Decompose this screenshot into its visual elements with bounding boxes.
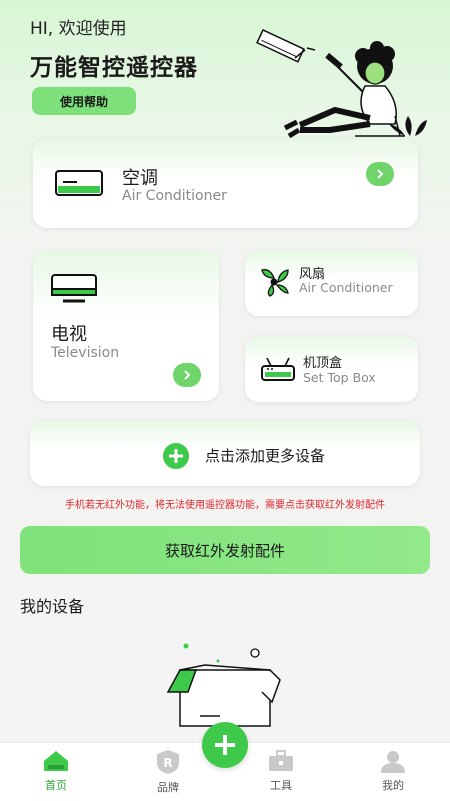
device-name-stb: 机顶盒 <box>303 356 343 371</box>
device-subtitle-fan: Air Conditioner <box>299 280 393 295</box>
get-ir-accessory-button[interactable]: 获取红外发射配件 <box>20 526 430 574</box>
add-device-fab[interactable] <box>202 722 248 768</box>
device-card-fan[interactable]: 风扇 Air Conditioner <box>245 250 418 316</box>
toolbox-icon <box>269 750 293 771</box>
nav-item-home[interactable]: 首页 <box>26 749 86 793</box>
add-more-devices-label: 点击添加更多设备 <box>205 447 326 465</box>
plus-icon <box>215 735 235 755</box>
plus-circle-icon <box>163 443 189 469</box>
chevron-right-icon <box>184 370 191 380</box>
brand-shield-icon: R <box>157 750 179 774</box>
device-card-television[interactable]: 电视 Television <box>33 250 219 401</box>
nav-label-profile: 我的 <box>382 779 404 792</box>
help-button[interactable]: 使用帮助 <box>32 87 136 115</box>
nav-label-tools: 工具 <box>270 779 292 792</box>
nav-label-home: 首页 <box>45 779 67 792</box>
device-card-air-conditioner[interactable]: 空调 Air Conditioner <box>33 138 418 228</box>
app-title: 万能智控遥控器 <box>30 55 198 81</box>
device-card-set-top-box[interactable]: 机顶盒 Set Top Box <box>245 336 418 402</box>
tv-icon <box>51 274 97 303</box>
nav-item-profile[interactable]: 我的 <box>363 749 423 793</box>
profile-icon <box>381 751 405 773</box>
fan-icon <box>261 269 289 297</box>
device-subtitle-ac: Air Conditioner <box>122 188 227 204</box>
infrared-warning-text: 手机若无红外功能，将无法使用遥控器功能，需要点击获取红外发射配件 <box>65 500 385 511</box>
person-relaxing-illustration <box>256 29 427 139</box>
nav-item-brand[interactable]: R 品牌 <box>138 749 198 795</box>
air-conditioner-icon <box>55 170 103 196</box>
my-devices-title: 我的设备 <box>20 597 85 616</box>
home-icon <box>44 751 68 771</box>
device-name-ac: 空调 <box>122 168 158 189</box>
device-subtitle-tv: Television <box>51 345 120 361</box>
device-name-tv: 电视 <box>51 324 87 345</box>
nav-item-tools[interactable]: 工具 <box>251 749 311 793</box>
add-more-devices-button[interactable]: 点击添加更多设备 <box>30 420 420 486</box>
ac-open-button[interactable] <box>366 162 394 186</box>
nav-label-brand: 品牌 <box>157 781 179 794</box>
tv-open-button[interactable] <box>173 363 201 387</box>
greeting-text: HI, 欢迎使用 <box>30 19 127 39</box>
empty-box-illustration <box>166 643 281 727</box>
set-top-box-icon <box>261 357 295 381</box>
chevron-right-icon <box>377 169 384 179</box>
svg-text:R: R <box>163 756 172 770</box>
device-subtitle-stb: Set Top Box <box>303 370 376 385</box>
